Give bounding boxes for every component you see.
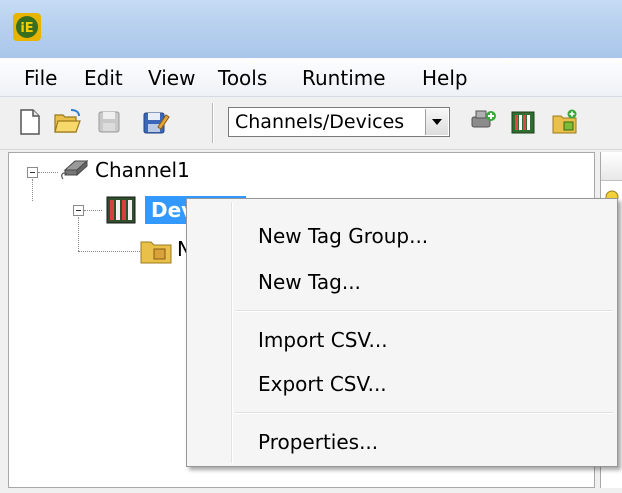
new-device-icon[interactable]: [508, 107, 538, 137]
menu-item-new-tag-group[interactable]: New Tag Group...: [258, 224, 428, 248]
toolbar: Channels/Devices: [0, 97, 622, 150]
save-icon[interactable]: [94, 107, 124, 137]
context-menu-separator: [235, 412, 613, 413]
new-channel-icon[interactable]: [468, 107, 498, 137]
menu-item-export-csv[interactable]: Export CSV...: [258, 372, 387, 396]
menu-item-new-tag[interactable]: New Tag...: [258, 270, 361, 294]
view-select[interactable]: Channels/Devices: [228, 107, 450, 137]
context-menu-gutter: [231, 202, 232, 463]
tag-group-folder-icon: [139, 235, 173, 265]
menu-runtime[interactable]: Runtime: [302, 66, 386, 90]
menu-tools[interactable]: Tools: [218, 66, 267, 90]
app-icon[interactable]: iE: [12, 12, 42, 42]
context-menu: New Tag Group... New Tag... Import CSV..…: [186, 198, 618, 467]
menu-file[interactable]: File: [24, 66, 57, 90]
collapse-device-icon[interactable]: [73, 205, 84, 216]
new-tag-group-icon[interactable]: [550, 107, 580, 137]
tree-connector: [78, 251, 140, 253]
collapse-channel-icon[interactable]: [27, 167, 38, 178]
menu-help[interactable]: Help: [422, 66, 468, 90]
tree-connector: [38, 172, 58, 174]
tree-connector: [84, 210, 102, 212]
tree-item-channel1[interactable]: Channel1: [95, 158, 190, 182]
save-as-icon[interactable]: [140, 107, 170, 137]
menu-item-properties[interactable]: Properties...: [258, 430, 378, 454]
menu-view[interactable]: View: [148, 66, 195, 90]
view-select-value: Channels/Devices: [235, 111, 405, 133]
menu-item-import-csv[interactable]: Import CSV...: [258, 328, 388, 352]
svg-text:iE: iE: [20, 21, 33, 36]
menu-edit[interactable]: Edit: [84, 66, 123, 90]
tag-view-header: [601, 152, 622, 181]
dropdown-arrow-icon[interactable]: [425, 109, 448, 135]
device-icon: [105, 195, 137, 225]
menu-bar: File Edit View Tools Runtime Help: [0, 58, 622, 97]
toolbar-separator: [212, 103, 213, 143]
title-bar: iE: [0, 0, 622, 58]
context-menu-separator: [235, 310, 613, 311]
open-project-icon[interactable]: [52, 107, 82, 137]
channel-icon: [59, 157, 89, 183]
tree-connector: [32, 179, 34, 201]
new-project-icon[interactable]: [14, 107, 44, 137]
tree-connector: [78, 217, 80, 251]
